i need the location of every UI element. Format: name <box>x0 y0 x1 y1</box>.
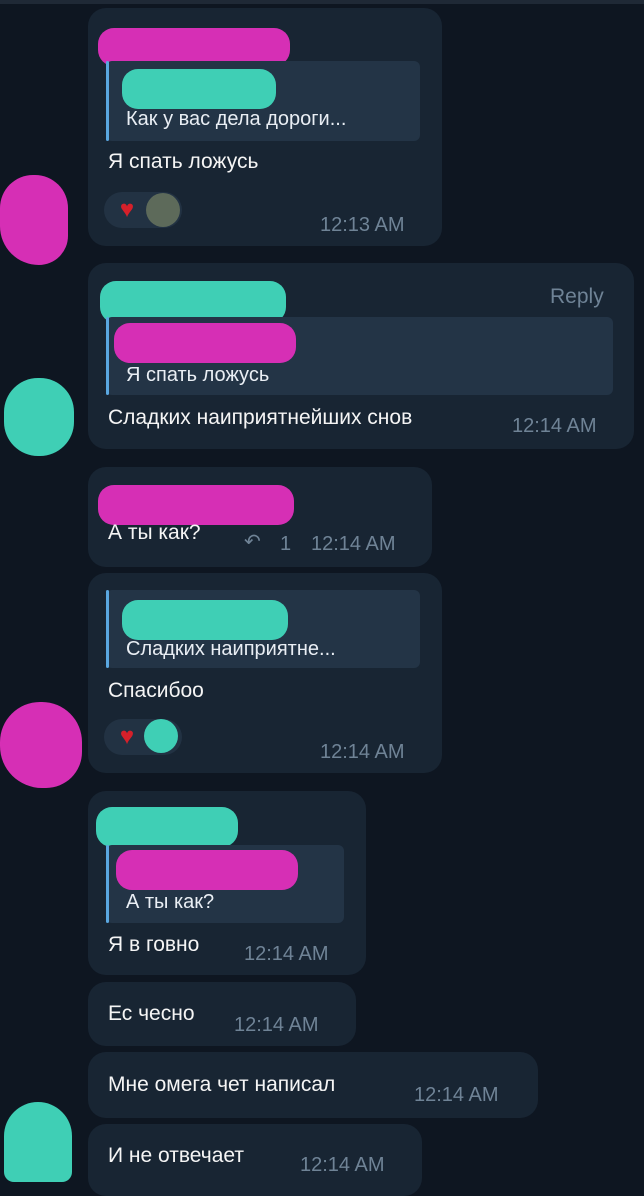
reply-accent-bar <box>106 317 109 395</box>
message-time: 12:14 AM <box>234 1014 319 1036</box>
message-bubble[interactable]: Мне омега чет написал 12:14 AM <box>88 1052 538 1118</box>
heart-icon[interactable]: ♥ <box>114 725 140 749</box>
message-bubble[interactable]: А ты как? ↶ 1 12:14 AM <box>88 467 432 567</box>
message-text: Спасибоо <box>108 679 204 702</box>
message-text: И не отвечает <box>108 1144 244 1167</box>
sender-name <box>98 485 294 525</box>
reply-preview[interactable]: А ты как? <box>106 845 344 923</box>
message-time: 12:14 AM <box>320 741 405 763</box>
top-divider <box>0 0 644 4</box>
reaction-avatar <box>144 719 178 753</box>
heart-icon[interactable]: ♥ <box>114 198 140 222</box>
reply-sender-name <box>116 850 298 890</box>
message-time: 12:14 AM <box>311 533 396 555</box>
reply-accent-bar <box>106 845 109 923</box>
sender-name <box>96 807 238 847</box>
message-time: 12:14 AM <box>300 1154 385 1176</box>
reply-preview-text: Я спать ложусь <box>126 364 270 386</box>
reply-accent-bar <box>106 590 109 668</box>
reply-preview-text: Как у вас дела дороги... <box>126 108 347 130</box>
message-text: Сладких наиприятнейших снов <box>108 406 413 429</box>
reply-preview-text: А ты как? <box>126 891 215 913</box>
reply-arrow-icon[interactable]: ↶ <box>244 529 261 554</box>
reply-preview[interactable]: Сладких наиприятне... <box>106 590 420 668</box>
message-time: 12:13 AM <box>320 214 405 236</box>
reply-count[interactable]: 1 <box>280 533 291 556</box>
reply-preview[interactable]: Как у вас дела дороги... <box>106 61 420 141</box>
avatar[interactable] <box>4 378 74 456</box>
avatar[interactable] <box>0 175 68 265</box>
reaction-avatar <box>146 193 180 227</box>
message-bubble[interactable]: Ес чесно 12:14 AM <box>88 982 356 1046</box>
message-time: 12:14 AM <box>414 1084 499 1106</box>
reply-button[interactable]: Reply <box>550 285 604 309</box>
message-bubble[interactable]: И не отвечает 12:14 AM <box>88 1124 422 1196</box>
reply-sender-name <box>114 323 296 363</box>
reaction-bar[interactable]: ♥ <box>104 719 182 755</box>
message-text: А ты как? <box>108 521 201 544</box>
reply-preview[interactable]: Я спать ложусь <box>106 317 613 395</box>
message-time: 12:14 AM <box>244 943 329 965</box>
reply-sender-name <box>122 69 276 109</box>
message-text: Ес чесно <box>108 1002 195 1025</box>
message-time: 12:14 AM <box>512 415 597 437</box>
message-bubble[interactable]: Сладких наиприятне... Спасибоо ♥ 12:14 A… <box>88 573 442 773</box>
message-bubble[interactable]: Reply Я спать ложусь Сладких наиприятней… <box>88 263 634 449</box>
message-bubble[interactable]: Как у вас дела дороги... Я спать ложусь … <box>88 8 442 246</box>
reply-preview-text: Сладких наиприятне... <box>126 638 336 660</box>
avatar[interactable] <box>0 702 82 788</box>
message-text: Мне омега чет написал <box>108 1073 336 1096</box>
reply-sender-name <box>122 600 288 640</box>
message-text: Я спать ложусь <box>108 150 259 173</box>
reply-accent-bar <box>106 61 109 141</box>
message-text: Я в говно <box>108 933 200 956</box>
message-bubble[interactable]: А ты как? Я в говно 12:14 AM <box>88 791 366 975</box>
avatar[interactable] <box>4 1102 72 1182</box>
reaction-bar[interactable]: ♥ <box>104 192 182 228</box>
